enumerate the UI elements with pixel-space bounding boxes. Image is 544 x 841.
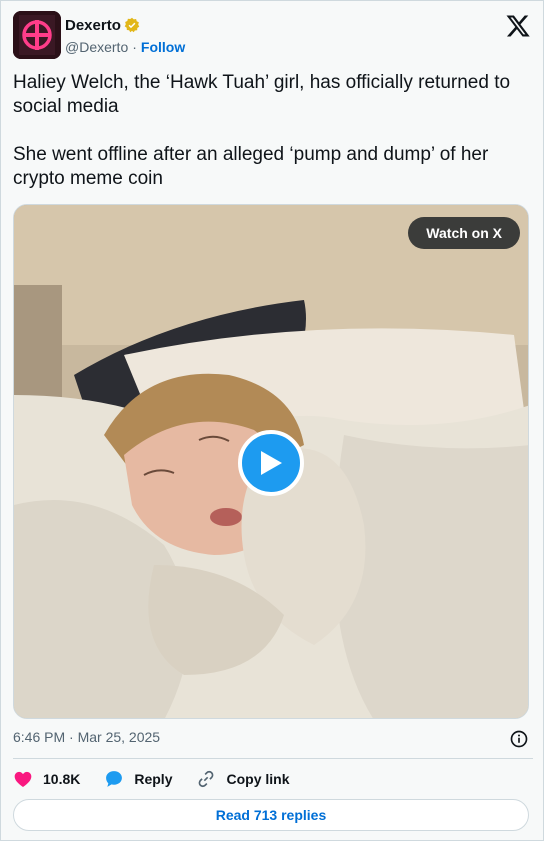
author-name[interactable]: Dexerto [65,17,121,34]
tweet-meta: 6:46 PM · Mar 25, 2025 [13,729,533,749]
tweet-header: Dexerto @Dexerto · Follow [13,11,533,63]
watch-on-x-button[interactable]: Watch on X [408,217,520,249]
reply-bubble-icon [106,771,123,787]
play-icon [261,451,282,475]
dexerto-logo-icon [13,11,61,59]
link-icon [199,770,214,788]
like-button[interactable]: 10.8K [13,769,80,789]
timestamp-link[interactable]: 6:46 PM · Mar 25, 2025 [13,729,160,745]
author-avatar[interactable] [13,11,61,59]
play-button[interactable] [238,430,304,496]
x-logo-icon[interactable] [505,13,531,39]
read-replies-button[interactable]: Read 713 replies [13,799,529,831]
author-handle[interactable]: @Dexerto [65,39,128,55]
divider [13,758,533,759]
reply-label: Reply [134,771,173,787]
copy-link-label: Copy link [226,771,290,787]
copy-link-button[interactable]: Copy link [196,769,290,789]
tweet-paragraph: Haliey Welch, the ‘Hawk Tuah’ girl, has … [13,72,511,117]
tweet-text: Haliey Welch, the ‘Hawk Tuah’ girl, has … [13,71,533,215]
info-icon[interactable] [509,729,529,749]
verified-badge-icon [124,17,140,33]
follow-button[interactable]: Follow [141,39,185,55]
tweet-card: Dexerto @Dexerto · Follow Haliey Welch, … [0,0,544,841]
tweet-paragraph: She went offline after an alleged ‘pump … [13,144,489,189]
action-bar: 10.8K Reply Copy link [13,767,314,791]
author-info: Dexerto @Dexerto · Follow [65,16,186,56]
reply-button[interactable]: Reply [104,769,172,789]
heart-icon [14,771,32,787]
video-player[interactable]: Watch on X [13,204,529,719]
like-count: 10.8K [43,771,81,787]
